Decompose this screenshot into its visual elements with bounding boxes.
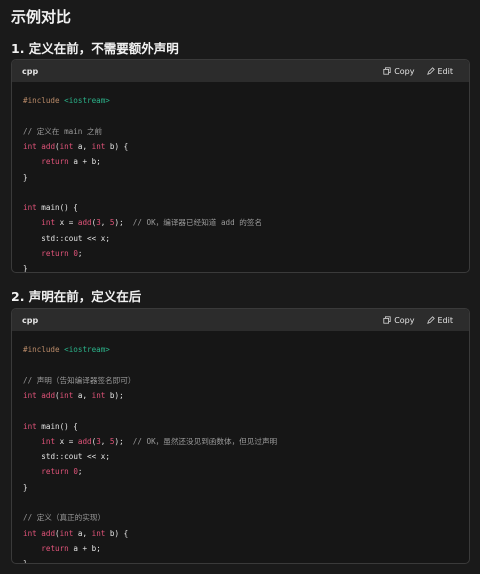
code-line: return a + b; bbox=[41, 543, 101, 553]
page-title: 示例对比 bbox=[11, 8, 72, 26]
edit-button[interactable]: Edit bbox=[426, 66, 454, 76]
copy-icon bbox=[383, 316, 391, 324]
code-line: int add(int a, int b) { bbox=[23, 528, 129, 538]
copy-label: Copy bbox=[394, 66, 415, 76]
code-block-2: cpp Copy Edit #include <iostream> // 声明（告… bbox=[11, 308, 470, 564]
code-line: // 声明（告知编译器签名即可） bbox=[23, 375, 136, 385]
code-line: } bbox=[23, 264, 28, 273]
copy-button[interactable]: Copy bbox=[383, 66, 415, 76]
copy-icon bbox=[383, 67, 391, 75]
code-line: // 定义在 main 之前 bbox=[23, 126, 103, 136]
edit-label: Edit bbox=[437, 315, 454, 325]
code-line: int x = add(3, 5); // OK，虽然还没见到函数体，但见过声明 bbox=[41, 436, 278, 446]
code-line: } bbox=[23, 482, 28, 492]
code-line: #include <iostream> bbox=[23, 96, 110, 105]
section-heading-2: 2. 声明在前，定义在后 bbox=[11, 289, 142, 304]
copy-button[interactable]: Copy bbox=[383, 315, 415, 325]
code-line: // 定义（真正的实现） bbox=[23, 513, 106, 523]
edit-icon bbox=[426, 67, 435, 75]
code-line: int add(int a, int b) { bbox=[23, 141, 129, 151]
code-line: std::cout << x; bbox=[41, 452, 110, 462]
code-line: std::cout << x; bbox=[41, 233, 110, 243]
code-line: int main() { bbox=[23, 421, 78, 431]
code-actions: Copy Edit bbox=[383, 309, 453, 331]
edit-label: Edit bbox=[437, 66, 454, 76]
language-label: cpp bbox=[22, 315, 39, 325]
code-line: return a + b; bbox=[41, 157, 101, 167]
edit-icon bbox=[426, 316, 435, 324]
edit-button[interactable]: Edit bbox=[426, 315, 454, 325]
code-line: int main() { bbox=[23, 203, 78, 213]
code-line: int add(int a, int b); bbox=[23, 390, 124, 400]
code-line: return 0; bbox=[41, 467, 83, 477]
code-header: cpp Copy Edit bbox=[12, 309, 469, 331]
section-heading-1: 1. 定义在前，不需要额外声明 bbox=[11, 41, 179, 56]
code-line: } bbox=[23, 559, 28, 564]
code-header: cpp Copy Edit bbox=[12, 60, 469, 82]
language-label: cpp bbox=[22, 66, 39, 76]
code-block-1: cpp Copy Edit #include <iostream> // 定义在 … bbox=[11, 59, 470, 273]
code-line: int x = add(3, 5); // OK，编译器已经知道 add 的签名 bbox=[41, 218, 263, 228]
code-line: #include <iostream> bbox=[23, 345, 110, 354]
code-actions: Copy Edit bbox=[383, 60, 453, 82]
code-line: } bbox=[23, 172, 28, 182]
copy-label: Copy bbox=[394, 315, 415, 325]
code-line: return 0; bbox=[41, 249, 83, 258]
page: 示例对比 1. 定义在前，不需要额外声明 cpp Copy Edit #incl… bbox=[0, 0, 480, 574]
